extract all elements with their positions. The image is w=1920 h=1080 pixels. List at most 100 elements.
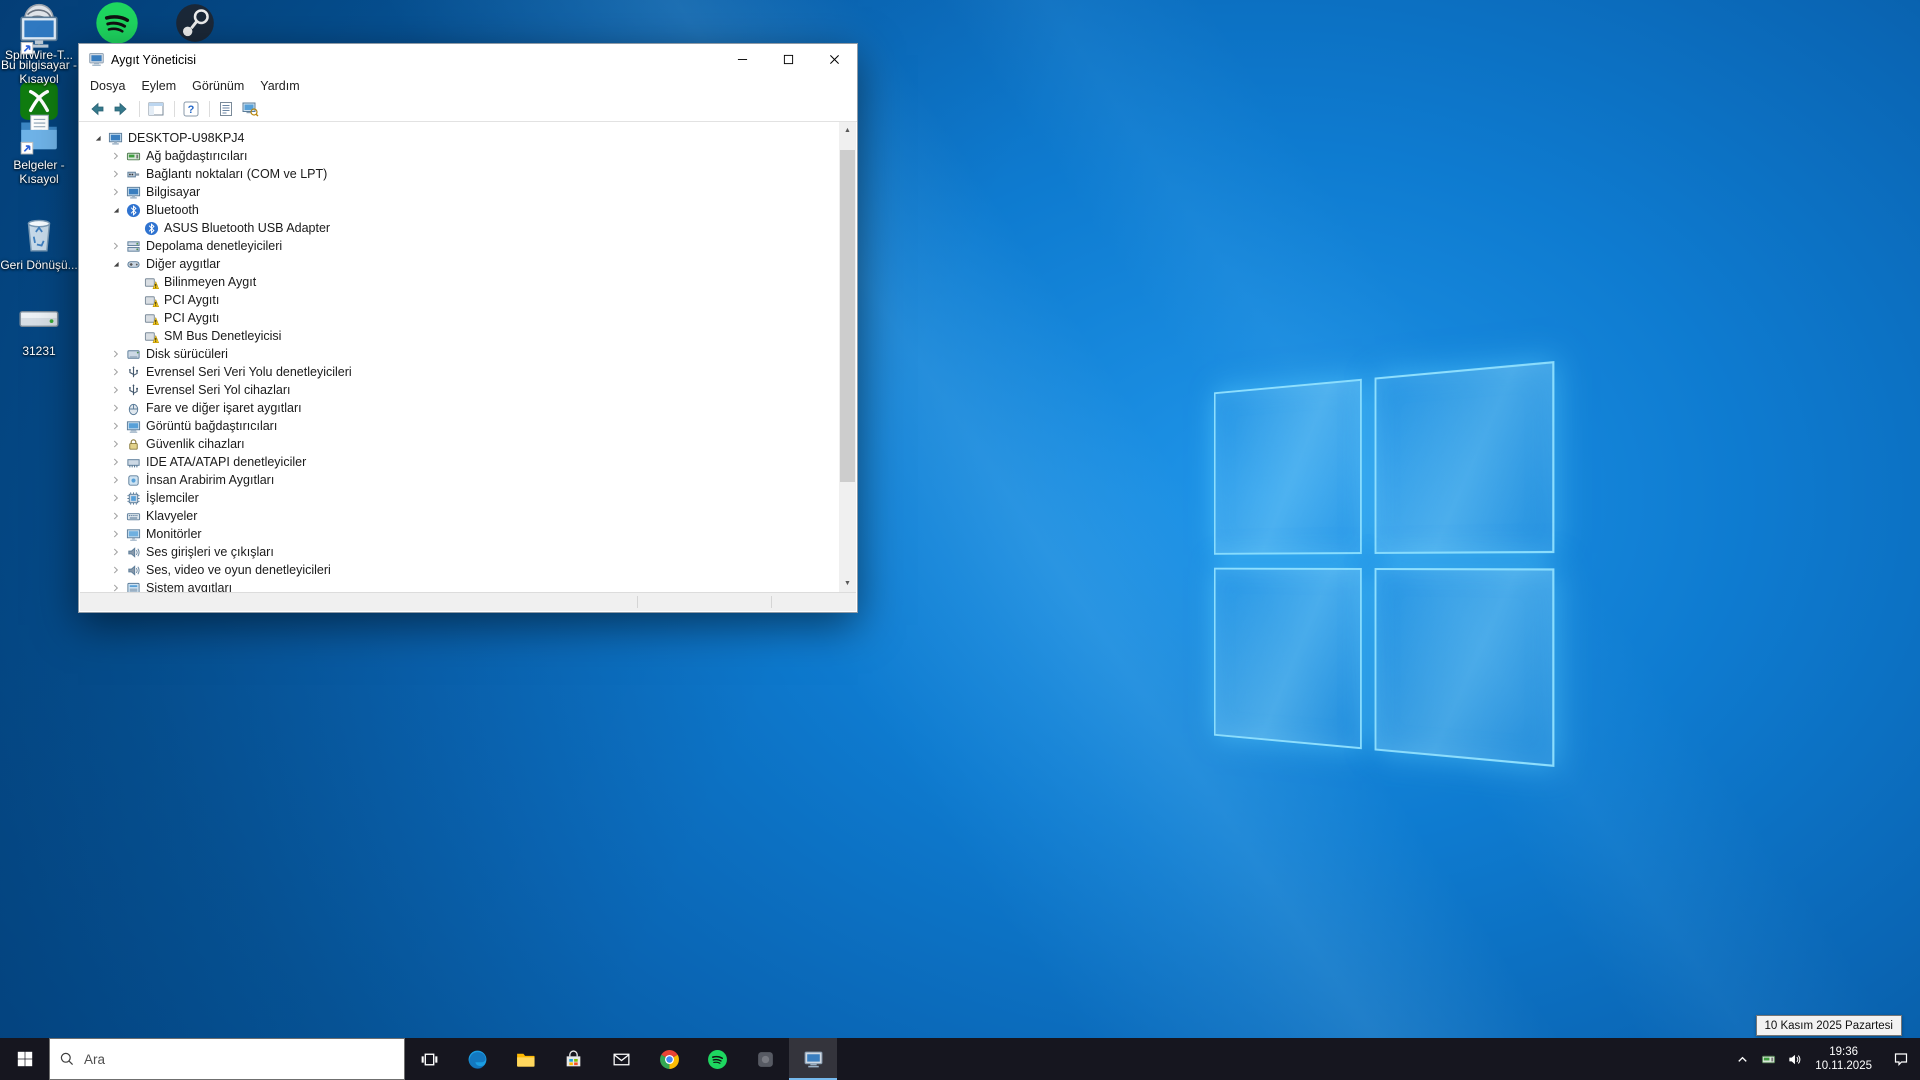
mail-icon	[611, 1049, 632, 1070]
collapsed-chevron-icon[interactable]	[107, 400, 125, 416]
collapsed-chevron-icon[interactable]	[107, 346, 125, 362]
tree-item-diger-aygitlar[interactable]: Diğer aygıtlar	[80, 255, 839, 273]
tree-item-label: Bluetooth	[146, 203, 199, 217]
collapsed-chevron-icon[interactable]	[107, 580, 125, 592]
taskbar-app-dim-button[interactable]	[741, 1038, 789, 1080]
collapsed-chevron-icon[interactable]	[107, 238, 125, 254]
menu-gorunum[interactable]: Görünüm	[184, 77, 252, 95]
scroll-down-icon[interactable]: ▼	[839, 575, 856, 592]
close-button[interactable]	[811, 44, 857, 75]
taskbar-edge-button[interactable]	[453, 1038, 501, 1080]
tree-item-pci-aygiti[interactable]: PCI Aygıtı	[80, 309, 839, 327]
tree-item-pci-aygiti[interactable]: PCI Aygıtı	[80, 291, 839, 309]
tree-item-ses-girisleri-ve-cikislari[interactable]: Ses girişleri ve çıkışları	[80, 543, 839, 561]
collapsed-chevron-icon[interactable]	[107, 436, 125, 452]
tree-item-bilgisayar[interactable]: Bilgisayar	[80, 183, 839, 201]
taskbar-spotify-button[interactable]	[693, 1038, 741, 1080]
collapsed-chevron-icon[interactable]	[107, 472, 125, 488]
action-center-button[interactable]	[1882, 1038, 1920, 1080]
tree-item-bluetooth[interactable]: Bluetooth	[80, 201, 839, 219]
collapsed-chevron-icon[interactable]	[107, 166, 125, 182]
back-toolbar-button[interactable]	[86, 99, 108, 120]
maximize-button[interactable]	[765, 44, 811, 75]
ide-icon	[125, 454, 141, 470]
scroll-up-icon[interactable]: ▲	[839, 122, 856, 139]
collapsed-chevron-icon[interactable]	[107, 562, 125, 578]
taskbar-apps	[405, 1038, 837, 1080]
collapsed-chevron-icon[interactable]	[107, 382, 125, 398]
desktop-icon-belgeler-kisayol[interactable]: Belgeler - Kısayol	[0, 110, 78, 186]
console-tree-toolbar-button[interactable]	[145, 99, 167, 120]
collapsed-chevron-icon[interactable]	[107, 364, 125, 380]
taskbar-mail-button[interactable]	[597, 1038, 645, 1080]
windows-logo-pane	[1214, 379, 1362, 555]
collapsed-chevron-icon[interactable]	[107, 184, 125, 200]
device-manager-icon	[803, 1049, 824, 1070]
tree-item-guvenlik-cihazlari[interactable]: Güvenlik cihazları	[80, 435, 839, 453]
collapsed-chevron-icon[interactable]	[107, 544, 125, 560]
expanded-chevron-icon[interactable]	[107, 202, 125, 218]
search-input[interactable]	[84, 1052, 404, 1067]
properties-toolbar-button[interactable]	[215, 99, 237, 120]
tree-item-fare-ve-diger-isaret-aygitlari[interactable]: Fare ve diğer işaret aygıtları	[80, 399, 839, 417]
collapsed-chevron-icon[interactable]	[107, 526, 125, 542]
minimize-button[interactable]	[719, 44, 765, 75]
collapsed-chevron-icon[interactable]	[107, 508, 125, 524]
explorer-icon	[515, 1049, 536, 1070]
menu-eylem[interactable]: Eylem	[133, 77, 184, 95]
help-toolbar-button[interactable]: ?	[180, 99, 202, 120]
taskbar-store-button[interactable]	[549, 1038, 597, 1080]
display-icon	[125, 418, 141, 434]
window-titlebar[interactable]: Aygıt Yöneticisi	[79, 44, 857, 75]
tree-item-baglanti-noktalari-com-ve-lpt[interactable]: Bağlantı noktaları (COM ve LPT)	[80, 165, 839, 183]
taskbar-explorer-button[interactable]	[501, 1038, 549, 1080]
tree-item-depolama-denetleyicileri[interactable]: Depolama denetleyicileri	[80, 237, 839, 255]
desktop-icon-geri-donusu[interactable]: Geri Dönüşü...	[0, 210, 78, 272]
taskbar-device-manager-button[interactable]	[789, 1038, 837, 1080]
collapsed-chevron-icon[interactable]	[107, 454, 125, 470]
expanded-chevron-icon[interactable]	[107, 256, 125, 272]
tree-scrollbar[interactable]: ▲ ▼	[839, 122, 856, 592]
taskbar-task-view-button[interactable]	[405, 1038, 453, 1080]
scrollbar-thumb[interactable]	[840, 150, 855, 482]
tree-item-sm-bus-denetleyicisi[interactable]: SM Bus Denetleyicisi	[80, 327, 839, 345]
menu-yardim[interactable]: Yardım	[252, 77, 307, 95]
taskbar-clock[interactable]: 19:36 10.11.2025	[1807, 1038, 1882, 1080]
tree-item-ag-bagdastiricilari[interactable]: Ağ bağdaştırıcıları	[80, 147, 839, 165]
storage-icon	[125, 238, 141, 254]
tree-item-i-slemciler[interactable]: İşlemciler	[80, 489, 839, 507]
desktop-icon-bu-bilgisayar-kisayol[interactable]: Bu bilgisayar - Kısayol	[0, 10, 78, 86]
taskbar-chrome-button[interactable]	[645, 1038, 693, 1080]
taskbar-search[interactable]	[49, 1038, 405, 1080]
start-button[interactable]	[0, 1038, 49, 1080]
collapsed-chevron-icon[interactable]	[107, 490, 125, 506]
twisty-spacer	[125, 292, 143, 308]
collapsed-chevron-icon[interactable]	[107, 148, 125, 164]
tree-item-sistem-aygitlari[interactable]: Sistem aygıtları	[80, 579, 839, 592]
tree-item-evrensel-seri-yol-cihazlari[interactable]: Evrensel Seri Yol cihazları	[80, 381, 839, 399]
forward-toolbar-button[interactable]	[110, 99, 132, 120]
tree-item-klavyeler[interactable]: Klavyeler	[80, 507, 839, 525]
tray-network-button[interactable]	[1755, 1038, 1781, 1080]
menu-dosya[interactable]: Dosya	[82, 77, 133, 95]
tree-item-i-nsan-arabirim-aygitlari[interactable]: İnsan Arabirim Aygıtları	[80, 471, 839, 489]
tree-item-evrensel-seri-veri-yolu-denetleyicileri[interactable]: Evrensel Seri Veri Yolu denetleyicileri	[80, 363, 839, 381]
tree-item-label: PCI Aygıtı	[164, 311, 219, 325]
tree-item-desktop-u98kpj4[interactable]: DESKTOP-U98KPJ4	[80, 129, 839, 147]
tree-item-disk-suruculeri[interactable]: Disk sürücüleri	[80, 345, 839, 363]
tree-item-ide-ata-atapi-denetleyiciler[interactable]: IDE ATA/ATAPI denetleyiciler	[80, 453, 839, 471]
expanded-chevron-icon[interactable]	[89, 130, 107, 146]
desktop-icon-31231[interactable]: 31231	[0, 296, 78, 358]
collapsed-chevron-icon[interactable]	[107, 418, 125, 434]
usb-icon	[125, 364, 141, 380]
tree-item-monitorler[interactable]: Monitörler	[80, 525, 839, 543]
tree-item-bilinmeyen-aygit[interactable]: Bilinmeyen Aygıt	[80, 273, 839, 291]
scan-toolbar-button[interactable]	[239, 99, 261, 120]
computer-icon	[125, 184, 141, 200]
tree-item-asus-bluetooth-usb-adapter[interactable]: ASUS Bluetooth USB Adapter	[80, 219, 839, 237]
tray-chevron-up-button[interactable]	[1729, 1038, 1755, 1080]
tree-item-goruntu-bagdastiricilari[interactable]: Görüntü bağdaştırıcıları	[80, 417, 839, 435]
tray-volume-button[interactable]	[1781, 1038, 1807, 1080]
store-icon	[563, 1049, 584, 1070]
tree-item-ses-video-ve-oyun-denetleyicileri[interactable]: Ses, video ve oyun denetleyicileri	[80, 561, 839, 579]
